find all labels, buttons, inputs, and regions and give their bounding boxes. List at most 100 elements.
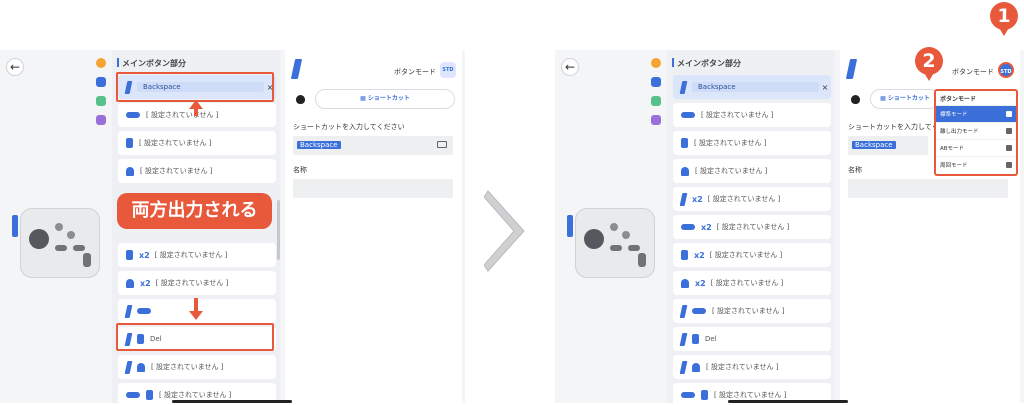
side-button-icon	[679, 332, 688, 346]
doc-button-icon	[126, 250, 133, 260]
device-side-key	[567, 215, 573, 237]
shortcut-value: Backspace	[852, 141, 896, 149]
list-item-label: [ 設定されていません ]	[146, 111, 219, 119]
back-button[interactable]: ←	[6, 58, 24, 76]
person-icon	[1006, 128, 1012, 134]
multiplier-label: x2	[701, 222, 712, 232]
dpad-icon[interactable]	[96, 96, 106, 106]
mode-dropdown: ボタンモード 標準モード 離し出力モード ABモード 周回モード	[934, 89, 1018, 176]
apple-icon[interactable]	[296, 95, 305, 104]
list-item[interactable]: [ 設定されていません ]	[118, 355, 276, 379]
dropdown-item-ab[interactable]: ABモード	[936, 139, 1016, 156]
arrow-stem	[194, 298, 198, 312]
dpad-icon[interactable]	[651, 96, 661, 106]
list-item-label: [ 設定されていません ]	[695, 167, 768, 175]
list-item-label: [ 設定されていません ]	[714, 391, 787, 399]
std-icon	[1006, 111, 1012, 117]
doc-icon[interactable]	[651, 77, 661, 87]
device-button	[628, 245, 640, 251]
shortcut-button[interactable]: ▦ ショートカット	[870, 89, 940, 109]
doc-button-icon	[701, 390, 708, 400]
arrow-left-icon: ←	[9, 60, 21, 74]
shapes-icon[interactable]	[96, 115, 106, 125]
doc-icon[interactable]	[96, 77, 106, 87]
device-button	[610, 223, 618, 231]
round-button-icon	[126, 278, 134, 288]
back-button[interactable]: ←	[561, 58, 579, 76]
device-button	[610, 245, 622, 251]
list-item[interactable]: [ 設定されていません ]	[118, 159, 276, 183]
name-input[interactable]	[848, 179, 1008, 198]
doc-button-icon	[126, 138, 133, 148]
circle-icon[interactable]	[651, 58, 661, 68]
list-item-label: [ 設定されていません ]	[716, 223, 790, 231]
close-icon[interactable]: ×	[819, 83, 831, 92]
arrow-left-icon: ←	[564, 60, 576, 74]
list-item[interactable]: [ 設定されていません ]	[673, 355, 831, 379]
side-button-icon	[124, 304, 133, 318]
list-item[interactable]: Del	[673, 327, 831, 351]
name-input[interactable]	[293, 179, 453, 198]
list-item-label: [ 設定されていません ]	[155, 279, 229, 287]
list-item-label: [ 設定されていません ]	[701, 111, 774, 119]
device-stick	[584, 229, 604, 249]
list-item[interactable]: [ 設定されていません ]	[673, 103, 831, 127]
device-button	[83, 253, 91, 267]
list-item[interactable]: [ 設定されていません ]	[673, 131, 831, 155]
dropdown-item-cycle[interactable]: 周回モード	[936, 156, 1016, 173]
dropdown-item-label: 周回モード	[940, 163, 968, 169]
round-button-icon	[126, 166, 134, 176]
device-button	[67, 231, 75, 239]
list-item-label: [ 設定されていません ]	[151, 363, 224, 371]
scrollbar[interactable]	[277, 200, 280, 260]
list-item[interactable]: [ 設定されていません ]	[673, 299, 831, 323]
step-badge-1: 1	[990, 2, 1018, 36]
shortcut-label: ショートカット	[367, 95, 410, 102]
shortcut-input[interactable]: Backspace	[848, 136, 928, 155]
people-icon	[1006, 162, 1012, 168]
dropdown-item-release[interactable]: 離し出力モード	[936, 122, 1016, 139]
round-button-icon	[692, 362, 700, 372]
dropdown-item-label: 標準モード	[940, 112, 968, 118]
shapes-icon[interactable]	[651, 115, 661, 125]
list-item-label: [ 設定されていません ]	[710, 279, 784, 287]
circle-icon[interactable]	[96, 58, 106, 68]
mode-button[interactable]: STD	[440, 62, 456, 78]
callout-label: 両方出力される	[117, 193, 272, 229]
keyboard-icon[interactable]	[437, 141, 447, 148]
multiplier-label: x2	[695, 278, 706, 288]
person-icon	[1006, 145, 1012, 151]
mode-label: ボタンモード	[952, 68, 994, 76]
list-item[interactable]: Backspace ×	[673, 75, 831, 99]
dropdown-item-standard[interactable]: 標準モード	[936, 105, 1016, 122]
list-item[interactable]: [ 設定されていません ]	[673, 159, 831, 183]
highlight-del-row	[116, 323, 274, 351]
list-item[interactable]: [ 設定されていません ]	[118, 131, 276, 155]
list-item[interactable]: x2 [ 設定されていません ]	[118, 243, 276, 267]
list-item[interactable]: x2 [ 設定されていません ]	[673, 215, 831, 239]
keyboard-icon: ▦	[360, 95, 368, 102]
apple-icon[interactable]	[851, 95, 860, 104]
shortcut-button[interactable]: ▦ ショートカット	[315, 89, 455, 109]
device-button	[73, 245, 85, 251]
dropdown-title: ボタンモード	[940, 96, 977, 103]
doc-button-icon	[692, 334, 699, 344]
list-item-label: [ 設定されていません ]	[154, 251, 228, 259]
list-item[interactable]: x2 [ 設定されていません ]	[673, 271, 831, 295]
shortcut-input[interactable]: Backspace	[293, 136, 453, 155]
list-item[interactable]: x2 [ 設定されていません ]	[118, 271, 276, 295]
list-item[interactable]: x2 [ 設定されていません ]	[673, 187, 831, 211]
list-item-label: [ 設定されていません ]	[159, 391, 232, 399]
button-list: メインボタン部分 Backspace × [ 設定されていません ] [ 設定さ…	[667, 50, 835, 403]
list-item-value: Backspace	[692, 82, 819, 92]
doc-button-icon	[681, 138, 688, 148]
round-button-icon	[681, 166, 689, 176]
list-item[interactable]: x2 [ 設定されていません ]	[673, 243, 831, 267]
mode-button[interactable]: STD	[998, 62, 1014, 78]
dropdown-item-label: 離し出力モード	[940, 129, 979, 135]
device-button	[638, 253, 646, 267]
keyboard-icon: ▦	[880, 95, 888, 102]
bar-button-icon	[681, 224, 695, 230]
shortcut-label: ショートカット	[887, 95, 930, 102]
side-button-icon	[679, 80, 688, 94]
